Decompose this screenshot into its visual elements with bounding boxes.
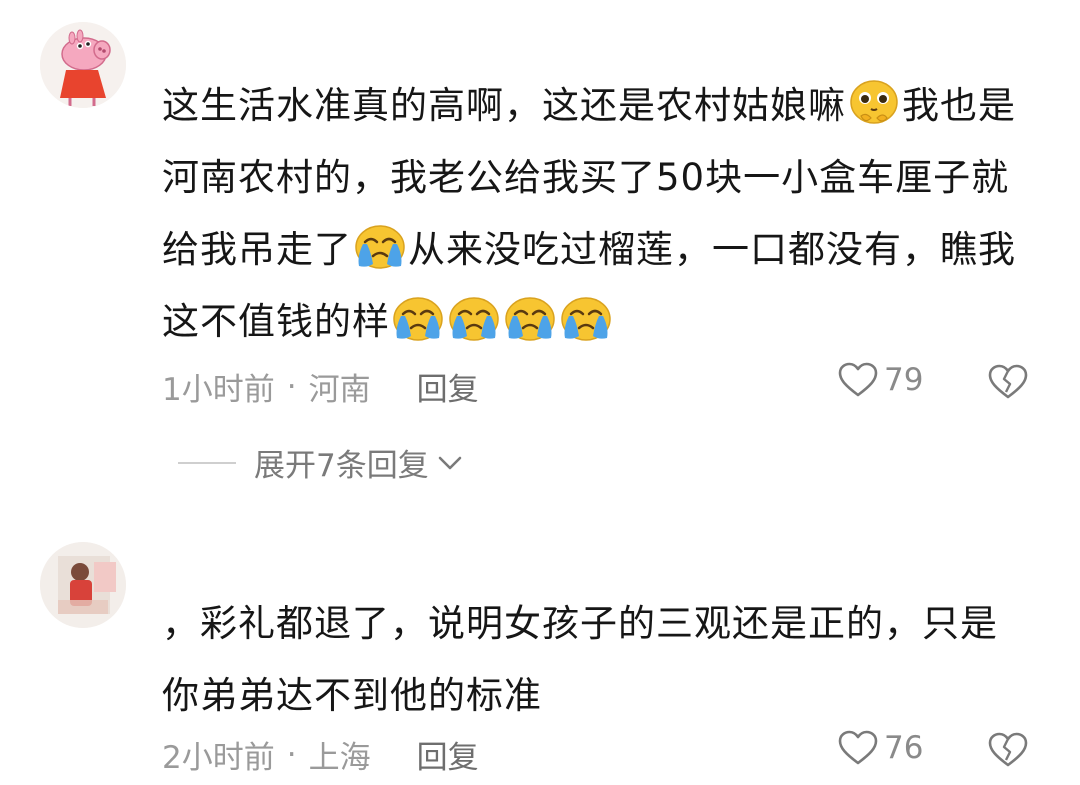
broken-heart-icon	[988, 364, 1028, 400]
user-avatar[interactable]	[40, 542, 126, 628]
like-button[interactable]: 79	[838, 362, 923, 398]
comment-time: 2小时前	[162, 740, 275, 776]
dislike-button[interactable]	[988, 364, 1028, 404]
heart-icon	[838, 730, 878, 766]
comment-location: 上海	[308, 740, 371, 776]
divider-line	[178, 461, 236, 464]
comment-text-part: ，彩礼都退了，说明女孩子的三观还是正的，只是你弟弟达不到他的标准	[162, 602, 998, 717]
user-avatar[interactable]	[40, 22, 126, 108]
crying-face-emoji-icon	[391, 294, 445, 342]
like-count: 79	[884, 362, 924, 398]
meta-separator: ·	[286, 368, 297, 405]
reply-button[interactable]: 回复	[417, 732, 479, 777]
photo-avatar-icon	[40, 542, 126, 628]
expand-replies-button[interactable]: 展开7条回复	[178, 440, 465, 485]
pleading-face-emoji-icon	[847, 78, 901, 126]
crying-face-emoji-icon	[503, 294, 557, 342]
broken-heart-icon	[988, 732, 1028, 768]
crying-face-emoji-icon	[353, 222, 407, 270]
comment-meta: 1小时前 · 河南 回复	[162, 364, 479, 409]
meta-separator: ·	[286, 736, 297, 773]
comment-time: 1小时前	[162, 372, 275, 408]
crying-face-emoji-icon	[559, 294, 613, 342]
dislike-button[interactable]	[988, 732, 1028, 772]
peppa-pig-avatar-icon	[40, 22, 126, 108]
comment-text-part: 这生活水准真的高啊，这还是农村姑娘嘛	[162, 84, 846, 127]
like-button[interactable]: 76	[838, 730, 923, 766]
heart-icon	[838, 362, 878, 398]
expand-replies-label: 展开7条回复	[254, 448, 429, 484]
comment-text: 这生活水准真的高啊，这还是农村姑娘嘛 我也是河南农村的，我老公给我买了50块一小盒…	[162, 70, 1042, 358]
comment-meta: 2小时前 · 上海 回复	[162, 732, 479, 777]
reply-button[interactable]: 回复	[417, 364, 479, 409]
like-count: 76	[884, 730, 924, 766]
chevron-down-icon	[438, 456, 462, 469]
comment-text: ，彩礼都退了，说明女孩子的三观还是正的，只是你弟弟达不到他的标准	[162, 588, 1032, 732]
comment-location: 河南	[308, 372, 371, 408]
crying-face-emoji-icon	[447, 294, 501, 342]
